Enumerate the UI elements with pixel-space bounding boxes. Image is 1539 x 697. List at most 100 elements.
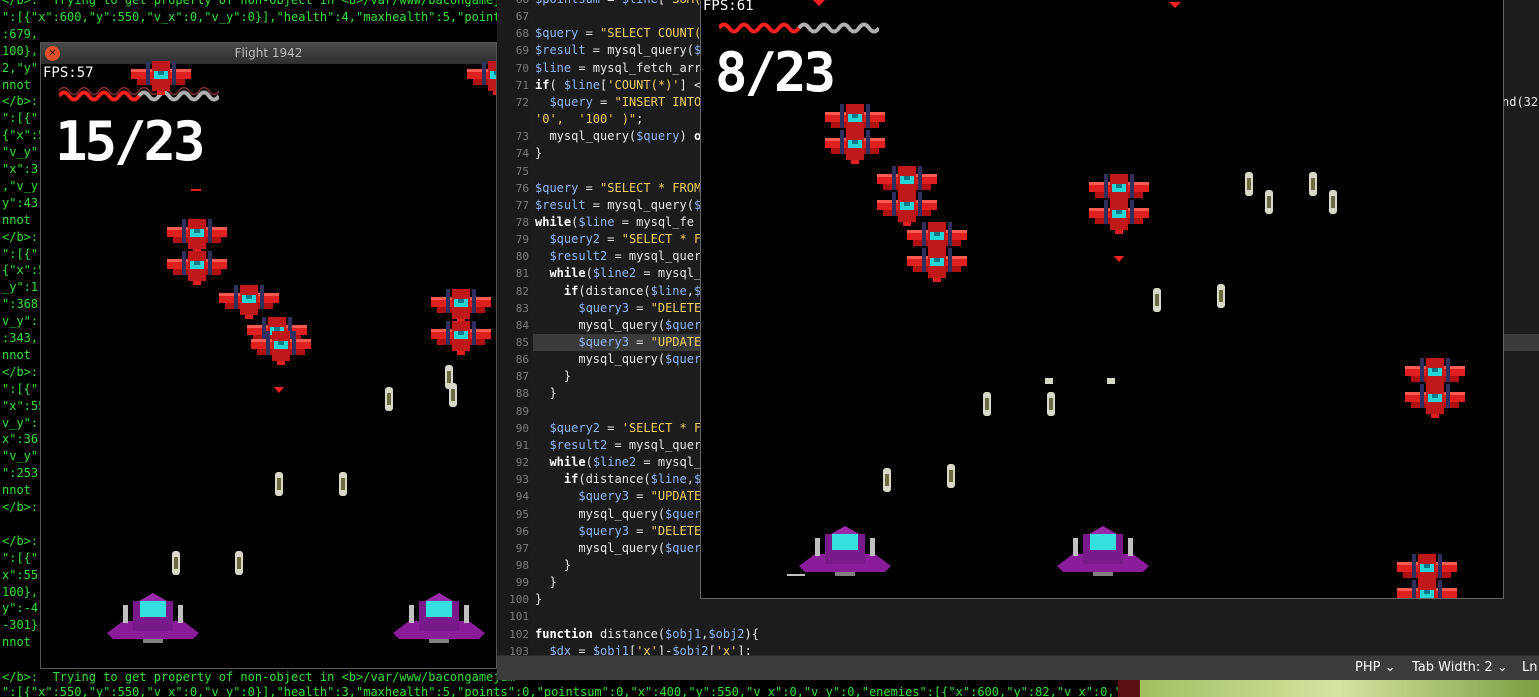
code-line-fragment: nd(32 (1502, 94, 1539, 109)
terminal-line: nnot (2, 635, 31, 650)
code-line[interactable]: $line = mysql_fetch_arr (535, 60, 701, 77)
line-number: 79 (515, 233, 529, 247)
code-line[interactable]: if(distance($line,$ (535, 283, 701, 300)
terminal-line: ":[{" (2, 550, 39, 565)
terminal-line: ,"v_y (2, 178, 39, 193)
game-canvas[interactable] (701, 0, 1503, 598)
code-line[interactable]: } (535, 574, 556, 591)
line-number: 88 (515, 387, 529, 401)
enemy-plane-sprite (907, 248, 967, 282)
code-line[interactable]: $query3 = "UPDATE (535, 334, 701, 351)
code-line[interactable]: mysql_query($quer (535, 351, 701, 368)
game-window-2[interactable]: FPS:61 8/23 (700, 0, 1504, 599)
code-line[interactable]: $query2 = 'SELECT * F (535, 420, 701, 437)
bullet-sprite (883, 468, 891, 492)
code-line[interactable]: while($line2 = mysql_ (535, 454, 701, 471)
line-number: 67 (515, 10, 529, 24)
terminal-line: :343, (2, 331, 39, 345)
line-number: 89 (515, 404, 529, 418)
line-number: 77 (515, 198, 529, 212)
terminal-line: nnot (2, 347, 31, 362)
code-line[interactable]: } (535, 385, 556, 402)
bullet-sprite (1265, 190, 1273, 214)
code-line[interactable]: $query3 = "DELETE (535, 523, 701, 540)
code-line[interactable]: $query = "SELECT COUNT( (535, 25, 701, 42)
terminal-line: -301} (2, 618, 39, 633)
line-number: 80 (515, 250, 529, 264)
bullet-sprite (172, 551, 180, 575)
code-line[interactable]: $query2 = "SELECT * F (535, 231, 701, 248)
line-number: 96 (515, 524, 529, 538)
line-number: 73 (515, 130, 529, 144)
code-line[interactable]: while($line = mysql_fe (535, 214, 694, 231)
terminal-line: {"x":5 (2, 263, 46, 278)
terminal-line: "x":55 (2, 398, 46, 413)
line-number: 75 (515, 164, 529, 178)
game-canvas[interactable] (41, 43, 496, 668)
enemy-plane-sprite (1089, 200, 1149, 234)
code-line[interactable]: '0', '100' )"; (535, 111, 643, 128)
code-line[interactable]: } (535, 145, 542, 162)
terminal-line: ":[{" (2, 111, 39, 126)
enemy-plane-sprite (825, 130, 885, 164)
tab-width-selector[interactable]: Tab Width: 2 ⌄ (1412, 660, 1508, 675)
bullet-sprite (339, 472, 347, 496)
line-number: 90 (515, 421, 529, 435)
line-number: 83 (515, 301, 529, 315)
code-line[interactable]: mysql_query($quer (535, 317, 701, 334)
line-number: 86 (515, 353, 529, 367)
terminal-line: </b>: (2, 500, 39, 514)
terminal-line: ":[{" (2, 246, 39, 261)
enemy-plane-sprite (467, 61, 496, 95)
code-line[interactable]: mysql_query($quer (535, 506, 701, 523)
terminal-line: v_y": (2, 314, 39, 329)
player-ship-sprite (1057, 526, 1149, 576)
player-ship-sprite (393, 593, 485, 643)
player-ship-sprite (107, 593, 199, 643)
line-number: 71 (515, 78, 529, 92)
line-number: 102 (509, 627, 529, 641)
code-line[interactable]: $query3 = "DELETE (535, 300, 701, 317)
code-line[interactable]: $query = "INSERT INTO (535, 94, 701, 111)
code-line[interactable]: $result = mysql_query($ (535, 42, 701, 59)
bullet-sprite (1153, 288, 1161, 312)
code-line[interactable]: while($line2 = mysql_ (535, 265, 701, 282)
enemy-plane-sprite (1405, 384, 1465, 418)
line-number: 87 (515, 370, 529, 384)
code-line[interactable]: if( $line['COUNT(*)'] < (535, 77, 701, 94)
code-line[interactable]: $pointsum = $line['SUM( (535, 0, 701, 8)
line-number: 95 (515, 507, 529, 521)
editor-statusbar: PHP ⌄ Tab Width: 2 ⌄ Ln (497, 655, 1539, 680)
line-number: 82 (515, 284, 529, 298)
code-line[interactable]: $query = "SELECT * FROM (535, 180, 701, 197)
code-line[interactable]: } (535, 557, 571, 574)
enemy-plane-sprite (431, 321, 491, 355)
code-line[interactable]: $result2 = mysql_quer (535, 437, 701, 454)
language-selector[interactable]: PHP ⌄ (1355, 660, 1396, 675)
game-window-flight-1942[interactable]: ✕ Flight 1942 FPS:57 15/23 (40, 42, 497, 669)
code-line[interactable]: } (535, 368, 571, 385)
line-number: 85 (515, 336, 529, 349)
line-number: 69 (515, 44, 529, 58)
code-line[interactable]: $query3 = "UPDATE (535, 488, 701, 505)
bullet-sprite (1329, 190, 1337, 214)
code-line[interactable]: mysql_query($quer (535, 540, 701, 557)
code-line[interactable]: $result = mysql_query($ (535, 197, 701, 214)
terminal-line: </b>: (2, 229, 39, 244)
enemy-plane-sprite (219, 285, 279, 319)
bullet-sprite (1047, 392, 1055, 416)
enemy-plane-sprite (1397, 580, 1457, 598)
line-number: 70 (515, 61, 529, 75)
bullet-sprite (275, 472, 283, 496)
code-line[interactable]: $result2 = mysql_quer (535, 248, 701, 265)
code-line[interactable]: } (535, 591, 542, 608)
enemy-bullet-sprite (1114, 256, 1124, 262)
line-number: 100 (509, 593, 529, 607)
code-line[interactable]: function distance($obj1,$obj2){ (535, 626, 759, 643)
terminal-line: "x":3 (2, 162, 39, 176)
enemy-plane-sprite (131, 61, 191, 95)
terminal-line: x":36 (2, 432, 39, 447)
line-number: 76 (515, 181, 529, 195)
code-line[interactable]: mysql_query($query) o (535, 128, 701, 145)
code-line[interactable]: if(distance($line,$ (535, 471, 701, 488)
